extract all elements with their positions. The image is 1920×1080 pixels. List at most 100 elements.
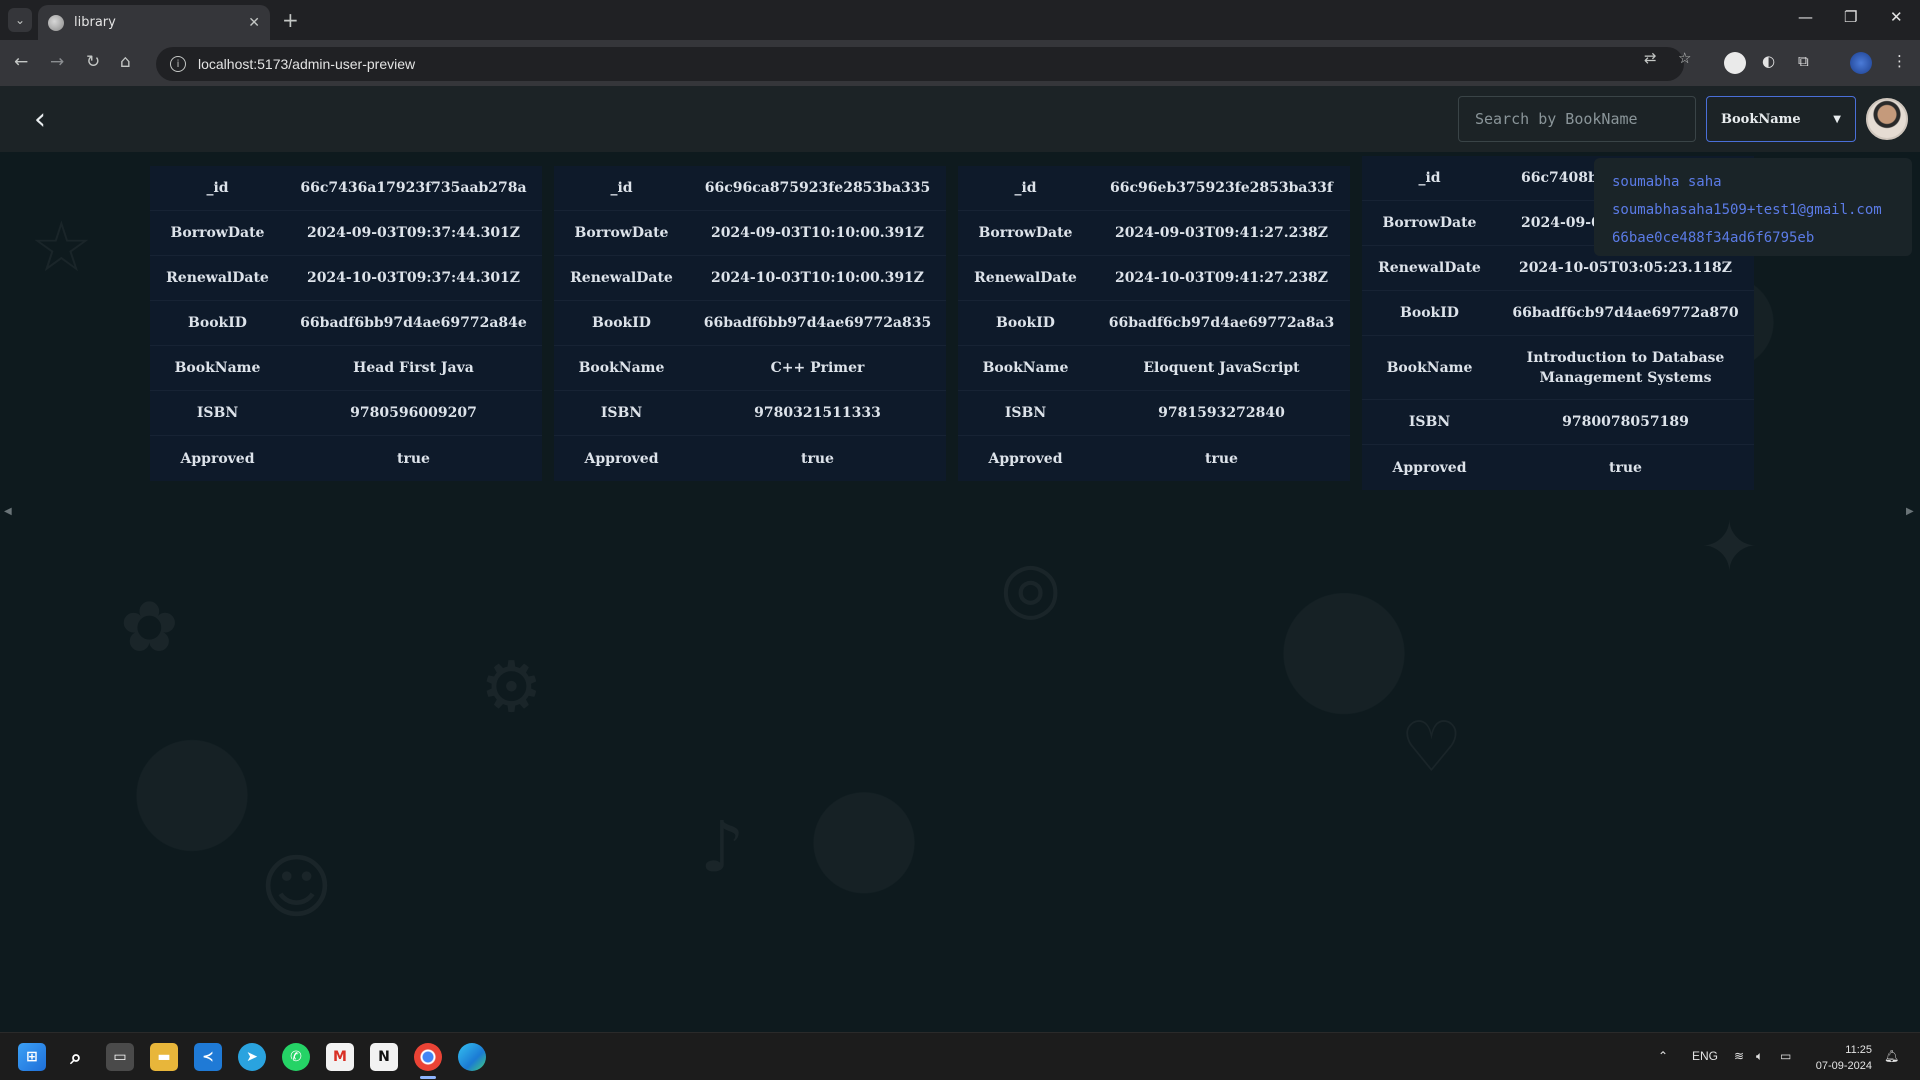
address-bar[interactable]: i localhost:5173/admin-user-preview xyxy=(156,47,1684,81)
field-value: Eloquent JavaScript xyxy=(1143,360,1300,376)
doodle-heart-icon: ♡ xyxy=(1400,706,1463,788)
os-taskbar: ⊞ ⌕ ▭ ▬ ≺ ➤ ✆ M N ⌃ ENG ≋ 🔈︎ ▭ 11:25 07-… xyxy=(0,1032,1920,1080)
field-key: BookName xyxy=(982,360,1069,376)
site-info-icon[interactable]: i xyxy=(170,56,186,72)
forward-arrow-icon[interactable]: → xyxy=(50,52,64,72)
field-key: _id xyxy=(1014,180,1037,196)
language-indicator[interactable]: ENG xyxy=(1692,1049,1718,1063)
bookmark-star-icon[interactable]: ☆ xyxy=(1678,49,1691,67)
doodle-star-icon: ✦ xyxy=(1700,506,1759,588)
field-key: BorrowDate xyxy=(978,225,1073,241)
record-row: Approved true xyxy=(1362,445,1754,490)
record-row: Approved true xyxy=(150,436,542,481)
user-name[interactable]: soumabha saha xyxy=(1612,168,1894,196)
field-value: 9780321511333 xyxy=(754,405,881,421)
field-value: 66c96eb375923fe2853ba33f xyxy=(1110,180,1333,196)
volume-icon[interactable]: 🔈︎ xyxy=(1756,1049,1763,1064)
caret-down-icon: ▼ xyxy=(1833,113,1841,125)
field-key: BookID xyxy=(592,315,651,331)
new-tab-icon[interactable]: + xyxy=(282,8,299,32)
field-key: BookID xyxy=(996,315,1055,331)
field-key: RenewalDate xyxy=(974,270,1077,286)
field-value: 66c7436a17923f735aab278a xyxy=(300,180,527,196)
record-row: BorrowDate 2024-09-03T09:37:44.301Z xyxy=(150,211,542,256)
account-avatar-icon[interactable] xyxy=(1850,52,1872,74)
back-arrow-icon[interactable]: ← xyxy=(14,52,28,72)
whatsapp-icon[interactable]: ✆ xyxy=(282,1043,310,1071)
field-key: BorrowDate xyxy=(1382,215,1477,231)
field-key: _id xyxy=(206,180,229,196)
field-key: BorrowDate xyxy=(574,225,669,241)
clock-time: 11:25 xyxy=(1845,1044,1872,1056)
windows-start-icon[interactable]: ⊞ xyxy=(18,1043,46,1071)
edge-icon[interactable] xyxy=(458,1043,486,1071)
record-row: RenewalDate 2024-10-03T09:41:27.238Z xyxy=(958,256,1350,301)
scroll-left-icon[interactable]: ◀ xyxy=(4,506,12,517)
scroll-right-icon[interactable]: ▶ xyxy=(1906,506,1914,517)
record-row: Approved true xyxy=(958,436,1350,481)
field-key: RenewalDate xyxy=(1378,260,1481,276)
browser-tab[interactable]: library ✕ xyxy=(38,5,270,40)
doodle-star-icon: ☆ xyxy=(30,206,93,288)
restore-icon[interactable]: ❐ xyxy=(1844,8,1857,26)
notification-bell-icon[interactable]: 🔔︎ xyxy=(1884,1049,1899,1063)
profile-extension-icon[interactable] xyxy=(1724,52,1746,74)
close-window-icon[interactable]: ✕ xyxy=(1890,8,1903,26)
dark-reader-icon[interactable]: ◐ xyxy=(1762,52,1775,70)
wifi-icon[interactable]: ≋ xyxy=(1734,1049,1744,1063)
tab-title: library xyxy=(74,15,116,30)
chevron-up-icon[interactable]: ⌃ xyxy=(1658,1049,1668,1063)
system-clock[interactable]: 11:25 07-09-2024 xyxy=(1808,1042,1872,1074)
tab-list-button[interactable]: ⌄ xyxy=(8,8,32,32)
notion-icon[interactable]: N xyxy=(370,1043,398,1071)
record-row: BorrowDate 2024-09-03T10:10:00.391Z xyxy=(554,211,946,256)
minimize-icon[interactable]: — xyxy=(1798,8,1813,26)
field-value: Head First Java xyxy=(353,360,474,376)
field-key: ISBN xyxy=(1408,414,1451,430)
field-value: 2024-09-03T09:37:44.301Z xyxy=(306,225,521,241)
field-value: true xyxy=(1205,450,1238,467)
borrow-card: _id 66c7436a17923f735aab278a BorrowDate 20… xyxy=(150,166,542,481)
doodle-music-icon: ♪ xyxy=(700,806,745,888)
reload-icon[interactable]: ↻ xyxy=(86,52,100,72)
user-avatar[interactable] xyxy=(1866,98,1908,140)
close-tab-icon[interactable]: ✕ xyxy=(248,15,260,31)
vscode-icon[interactable]: ≺ xyxy=(194,1043,222,1071)
translate-icon[interactable]: ⇄ xyxy=(1644,49,1657,67)
record-row: Approved true xyxy=(554,436,946,481)
user-id[interactable]: 66bae0ce488f34ad6f6795eb xyxy=(1612,224,1894,252)
record-row: BookID 66badf6bb97d4ae69772a84e xyxy=(150,301,542,346)
field-key: Approved xyxy=(1392,459,1467,476)
search-icon[interactable]: ⌕ xyxy=(62,1043,90,1071)
extensions-puzzle-icon[interactable]: ⧉ xyxy=(1798,52,1809,70)
field-key: _id xyxy=(1418,170,1441,186)
filter-select[interactable]: BookName ▼ xyxy=(1706,96,1856,142)
field-value: 2024-09-03T10:10:00.391Z xyxy=(710,225,925,241)
doodle-gear-icon: ⚙ xyxy=(480,646,543,728)
app-viewport: ☆ ✿ ⚙ ◎ ♡ ✦ ♪ ☺ ‹ BookName ▼ _id 66c7436a… xyxy=(0,86,1920,1032)
record-row: BorrowDate 2024-09-03T09:41:27.238Z xyxy=(958,211,1350,256)
browser-tab-bar: ⌄ library ✕ + — ❐ ✕ xyxy=(0,0,1920,40)
file-explorer-icon[interactable]: ▬ xyxy=(150,1043,178,1071)
field-key: BookID xyxy=(1400,305,1459,321)
user-email[interactable]: soumabhasaha1509+test1@gmail.com xyxy=(1612,196,1894,224)
active-app-indicator xyxy=(420,1076,436,1079)
battery-icon[interactable]: ▭ xyxy=(1780,1049,1791,1063)
field-value: 9781593272840 xyxy=(1158,405,1285,421)
chevron-left-icon[interactable]: ‹ xyxy=(34,102,46,137)
field-value: 2024-10-03T09:41:27.238Z xyxy=(1114,270,1329,286)
gmail-icon[interactable]: M xyxy=(326,1043,354,1071)
browser-toolbar: ← → ↻ ⌂ i localhost:5173/admin-user-prev… xyxy=(0,40,1920,86)
field-value: 9780078057189 xyxy=(1562,414,1689,430)
home-icon[interactable]: ⌂ xyxy=(120,52,131,72)
field-value: true xyxy=(801,450,834,467)
telegram-icon[interactable]: ➤ xyxy=(238,1043,266,1071)
chrome-icon[interactable] xyxy=(414,1043,442,1071)
field-value: 9780596009207 xyxy=(350,405,477,421)
field-key: Approved xyxy=(584,450,659,467)
search-input[interactable] xyxy=(1458,96,1696,142)
field-value: 2024-10-05T03:05:23.118Z xyxy=(1518,260,1733,276)
field-value: true xyxy=(1609,459,1642,476)
task-view-icon[interactable]: ▭ xyxy=(106,1043,134,1071)
kebab-menu-icon[interactable]: ⋮ xyxy=(1892,52,1907,70)
